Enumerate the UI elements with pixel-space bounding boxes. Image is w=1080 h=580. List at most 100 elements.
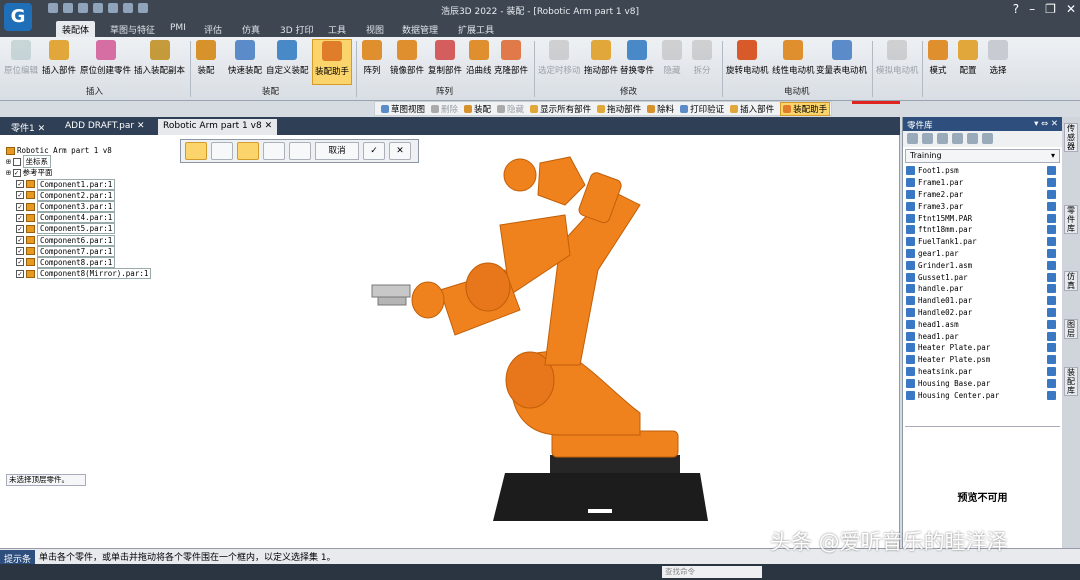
- file-item[interactable]: Housing Center.par: [906, 389, 1062, 401]
- checkbox[interactable]: ✓: [16, 236, 24, 245]
- select-part-step-button[interactable]: [237, 142, 259, 160]
- assembly-assistant-button[interactable]: 装配助手: [312, 39, 352, 85]
- drag-parts-button[interactable]: 拖动部件: [584, 39, 618, 76]
- move-when-selected-button[interactable]: 选定时移动: [538, 39, 581, 76]
- step-button-2[interactable]: [263, 142, 285, 160]
- tree-component[interactable]: ✓ Component3.par:1: [6, 201, 151, 213]
- file-item[interactable]: Foot1.psm: [906, 165, 1062, 177]
- file-item[interactable]: head1.par: [906, 330, 1062, 342]
- file-item[interactable]: Gusset1.par: [906, 271, 1062, 283]
- file-item[interactable]: handle.par: [906, 283, 1062, 295]
- side-tab-sensors[interactable]: 传感器: [1064, 123, 1078, 152]
- checkbox[interactable]: ✓: [12, 168, 21, 177]
- file-item[interactable]: FuelTank1.par: [906, 236, 1062, 248]
- step-button-3[interactable]: [289, 142, 311, 160]
- tree-coord-system[interactable]: ⊞ 坐标系: [6, 155, 151, 169]
- create-part-in-place-button[interactable]: 原位创建零件: [80, 39, 131, 76]
- hide-button[interactable]: 隐藏: [662, 39, 682, 76]
- new-folder-icon[interactable]: [937, 133, 948, 144]
- file-item[interactable]: heatsink.par: [906, 366, 1062, 378]
- open-icon[interactable]: [63, 3, 73, 13]
- tree-component[interactable]: ✓ Component1.par:1: [6, 178, 151, 190]
- tab-assembly[interactable]: 装配体: [56, 21, 96, 37]
- simulate-motor-button[interactable]: 模拟电动机: [876, 39, 919, 76]
- file-item[interactable]: Frame2.par: [906, 189, 1062, 201]
- checkbox[interactable]: ✓: [16, 269, 24, 278]
- file-item[interactable]: Handle01.par: [906, 295, 1062, 307]
- side-tab-simulation[interactable]: 仿真: [1064, 271, 1078, 291]
- back-icon[interactable]: [922, 133, 933, 144]
- tab-data-management[interactable]: 数据管理: [396, 21, 444, 37]
- replace-part-button[interactable]: 替换零件: [620, 39, 654, 76]
- side-tab-layers[interactable]: 图层: [1064, 319, 1078, 339]
- rotary-motor-button[interactable]: 旋转电动机: [726, 39, 769, 76]
- filter-icon[interactable]: [967, 133, 978, 144]
- tab-3d-print[interactable]: 3D 打印: [274, 21, 320, 37]
- clone-parts-button[interactable]: 克隆部件: [494, 39, 528, 76]
- app-logo[interactable]: G: [4, 3, 32, 31]
- tree-component[interactable]: ✓ Component6.par:1: [6, 234, 151, 246]
- checkbox[interactable]: ✓: [16, 213, 24, 222]
- tree-component[interactable]: ✓ Component4.par:1: [6, 212, 151, 224]
- file-item[interactable]: Handle02.par: [906, 307, 1062, 319]
- quick-assemble-button[interactable]: 快速装配: [228, 39, 262, 76]
- file-item[interactable]: Ftnt15MM.PAR: [906, 212, 1062, 224]
- view-icon[interactable]: [952, 133, 963, 144]
- edit-in-place-button[interactable]: 原位编辑: [4, 39, 38, 76]
- configuration-button[interactable]: 配置: [958, 39, 978, 76]
- tab-tools[interactable]: 工具: [322, 21, 352, 37]
- assembly-assistant-step-button[interactable]: [185, 142, 207, 160]
- doc-tab-draft[interactable]: ADD DRAFT.par ✕: [60, 119, 150, 135]
- tab-view[interactable]: 视图: [360, 21, 390, 37]
- restore-button[interactable]: ❐: [1045, 2, 1056, 16]
- insert-assembly-copy-button[interactable]: 插入装配副本: [134, 39, 185, 76]
- tb-hide[interactable]: 隐藏: [497, 103, 524, 115]
- assemble-button[interactable]: 装配: [196, 39, 216, 76]
- up-folder-icon[interactable]: [907, 133, 918, 144]
- tab-evaluate[interactable]: 评估: [198, 21, 228, 37]
- checkbox[interactable]: ✓: [16, 180, 24, 189]
- checkbox[interactable]: ✓: [16, 191, 24, 200]
- tab-pmi[interactable]: PMI: [164, 21, 192, 37]
- side-tab-assembly-library[interactable]: 装配库: [1064, 367, 1078, 396]
- tb-assembly-assistant[interactable]: 装配助手: [780, 101, 831, 116]
- help-icon[interactable]: ?: [1013, 2, 1019, 16]
- insert-part-button[interactable]: 插入部件: [42, 39, 76, 76]
- checkbox[interactable]: ✓: [16, 247, 24, 256]
- file-item[interactable]: Heater Plate.psm: [906, 354, 1062, 366]
- checkbox[interactable]: [12, 157, 21, 166]
- file-item[interactable]: head1.asm: [906, 318, 1062, 330]
- file-item[interactable]: gear1.par: [906, 248, 1062, 260]
- file-item[interactable]: Grinder1.asm: [906, 259, 1062, 271]
- split-button[interactable]: 拆分: [692, 39, 712, 76]
- save-icon[interactable]: [78, 3, 88, 13]
- along-curve-button[interactable]: 沿曲线: [466, 39, 492, 76]
- tab-sketch-feature[interactable]: 草图与特征: [104, 21, 161, 37]
- tab-extensions[interactable]: 扩展工具: [452, 21, 500, 37]
- tree-component[interactable]: ✓ Component7.par:1: [6, 245, 151, 257]
- tb-sketch-view[interactable]: 草图视图: [381, 103, 425, 115]
- tb-cut[interactable]: 除料: [647, 103, 674, 115]
- new-icon[interactable]: [48, 3, 58, 13]
- accept-icon[interactable]: ✓: [363, 142, 385, 160]
- file-item[interactable]: Frame3.par: [906, 200, 1062, 212]
- tb-assemble[interactable]: 装配: [464, 103, 491, 115]
- copy-parts-button[interactable]: 复制部件: [428, 39, 462, 76]
- checkbox[interactable]: ✓: [16, 224, 24, 233]
- tb-delete[interactable]: 删除: [431, 103, 458, 115]
- doc-tab-robotic-arm[interactable]: Robotic Arm part 1 v8 ✕: [158, 119, 278, 135]
- panel-controls-icon[interactable]: ▾ ⇔ ✕: [1034, 119, 1058, 129]
- print-icon[interactable]: [93, 3, 103, 13]
- close-icon[interactable]: ✕: [389, 142, 411, 160]
- minimize-button[interactable]: –: [1029, 2, 1035, 16]
- checkbox[interactable]: ✓: [16, 258, 24, 267]
- file-item[interactable]: Frame1.par: [906, 177, 1062, 189]
- cancel-button[interactable]: 取消: [315, 142, 359, 160]
- file-item[interactable]: Heater Plate.par: [906, 342, 1062, 354]
- tb-insert-part[interactable]: 插入部件: [730, 103, 774, 115]
- tb-drag-parts[interactable]: 拖动部件: [597, 103, 641, 115]
- tree-component[interactable]: ✓ Component2.par:1: [6, 189, 151, 201]
- tree-ref-planes[interactable]: ⊞ ✓ 参考平面: [6, 167, 151, 178]
- mirror-parts-button[interactable]: 镜像部件: [390, 39, 424, 76]
- redo-icon[interactable]: [123, 3, 133, 13]
